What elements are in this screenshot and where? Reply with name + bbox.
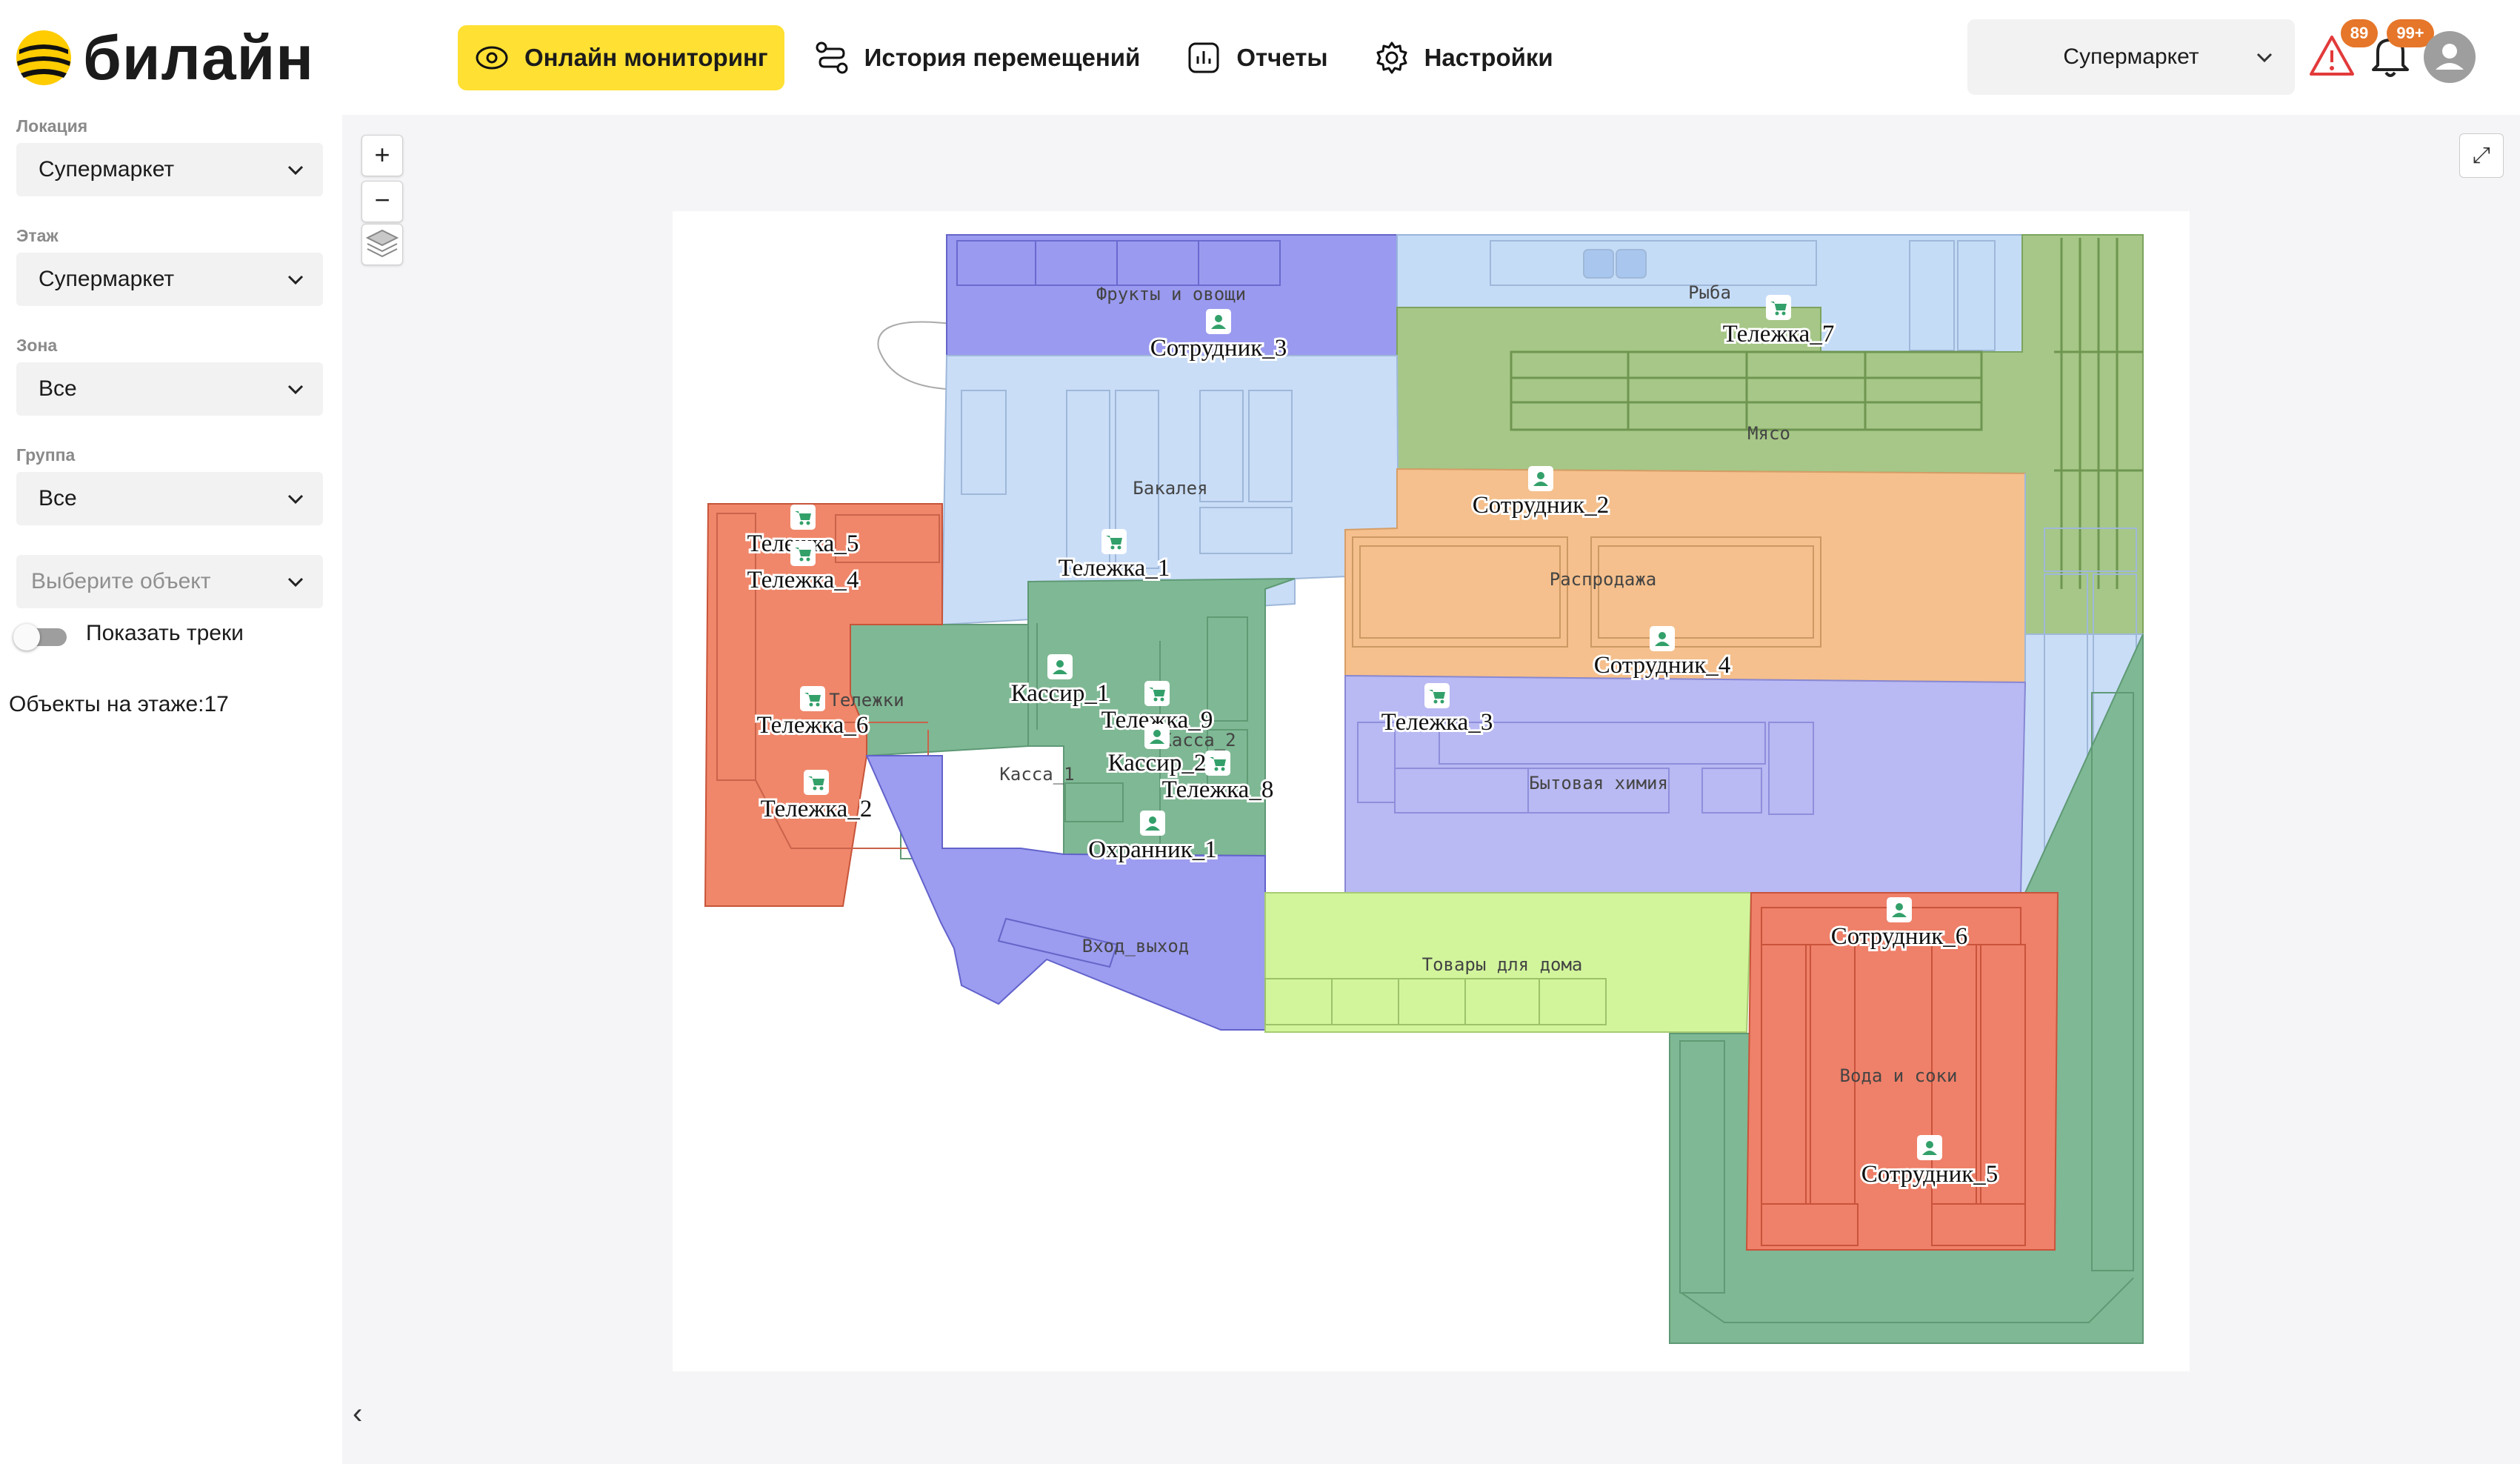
beeline-logo-icon [16,30,71,85]
layers-button[interactable] [361,224,403,265]
avatar-icon[interactable] [2424,31,2476,83]
zone-label-entrance: Вход_выход [1082,936,1190,956]
zone-label-meat: Мясо [1747,423,1790,444]
nav-settings-label: Настройки [1424,44,1553,71]
show-tracks-toggle[interactable] [13,624,70,651]
show-tracks-label: Показать треки [86,621,244,645]
objects-count: Объекты на этаже:17 [9,692,229,716]
layers-icon [365,229,399,258]
chevron-down-icon [2256,53,2273,63]
zone-label-cashier-1: Касса_1 [999,764,1074,785]
zone-label-water: Вода и соки [1840,1065,1958,1086]
brand-name: билайн [83,23,314,93]
map-object-label: Сотрудник_6 [1831,923,1968,950]
nav-online-monitoring[interactable]: Онлайн мониторинг [458,25,784,90]
nav-settings[interactable]: Настройки [1358,25,1570,90]
map-object-label: Охранник_1 [1088,836,1217,863]
floor-plan[interactable]: Фрукты и овощи Рыба Мясо Бакалея Распрод… [673,211,2190,1371]
zone-label-carts: Тележки [829,690,904,711]
map-object-label: Тележка_3 [1381,709,1493,736]
nav-movement-history[interactable]: История перемещений [798,25,1157,90]
group-select[interactable]: Все [16,472,323,525]
zone-chemicals[interactable]: Бытовая химия [1344,674,2027,894]
map-object-label: Кассир_2 [1108,750,1207,776]
location-value: Супермаркет [39,157,175,182]
main-nav: Онлайн мониторинг История перемещений От… [458,25,1583,90]
floor-select[interactable]: Супермаркет [16,253,323,306]
group-label: Группа [16,445,76,465]
header-location-value: Супермаркет [2063,44,2199,69]
zoom-in-button[interactable]: + [361,135,403,176]
report-icon [1188,42,1219,73]
chevron-down-icon [287,494,304,505]
zone-label-sale: Распродажа [1550,569,1657,590]
zone-label-home-goods: Товары для дома [1422,954,1583,975]
object-select[interactable]: Выберите объект [16,555,323,608]
chevron-down-icon [287,385,304,395]
zone-sale[interactable]: Распродажа [1344,468,2026,684]
eye-icon [476,46,508,70]
floor-label: Этаж [16,226,59,245]
chevron-down-icon [287,577,304,588]
chevron-down-icon [287,275,304,285]
toggle-knob [13,624,40,651]
collapse-sidebar-icon[interactable]: ‹ [353,1397,362,1431]
map-object-label: Тележка_8 [1162,776,1274,803]
location-label: Локация [16,116,88,136]
zone-value: Все [39,376,77,401]
map-object-label: Кассир_1 [1011,680,1110,707]
map-object-label: Сотрудник_2 [1473,492,1610,519]
gear-icon [1376,41,1407,74]
app-header: билайн Онлайн мониторинг История перемещ… [0,0,2520,115]
nav-movement-history-label: История перемещений [864,44,1141,71]
location-select[interactable]: Супермаркет [16,143,323,196]
zone-label-grocery: Бакалея [1133,478,1207,499]
zone-label: Зона [16,336,58,355]
filters-sidebar: Локация Супермаркет Этаж Супермаркет Зон… [0,115,342,1464]
map-object-label: Тележка_4 [747,567,859,593]
zoom-out-button[interactable]: − [361,181,403,222]
map-object-label: Тележка_1 [1059,555,1170,582]
map-object-label: Тележка_2 [761,796,873,822]
map-object-label: Тележка_6 [757,712,869,739]
nav-online-monitoring-label: Онлайн мониторинг [524,44,768,71]
nav-reports-label: Отчеты [1236,44,1328,71]
zone-label-fruits: Фрукты и овощи [1096,284,1246,305]
zone-select[interactable]: Все [16,362,323,416]
header-location-select[interactable]: Супермаркет [1967,19,2295,95]
zone-label-chemicals: Бытовая химия [1529,773,1668,793]
chevron-down-icon [287,165,304,176]
zone-label-fish: Рыба [1688,282,1731,303]
zone-home-goods[interactable]: Товары для дома [1264,892,1753,1033]
map-object-label: Сотрудник_3 [1150,335,1287,362]
nav-reports[interactable]: Отчеты [1170,25,1344,90]
group-value: Все [39,486,77,510]
fullscreen-button[interactable]: ⤢ [2459,133,2504,178]
object-select-placeholder: Выберите объект [31,569,211,593]
map-object-label: Сотрудник_4 [1594,652,1731,679]
map-object-label: Тележка_7 [1723,321,1835,347]
beeline-logo[interactable]: билайн [15,27,314,89]
map-object-label: Сотрудник_5 [1861,1161,1999,1188]
floor-value: Супермаркет [39,267,175,291]
route-icon [816,41,848,74]
